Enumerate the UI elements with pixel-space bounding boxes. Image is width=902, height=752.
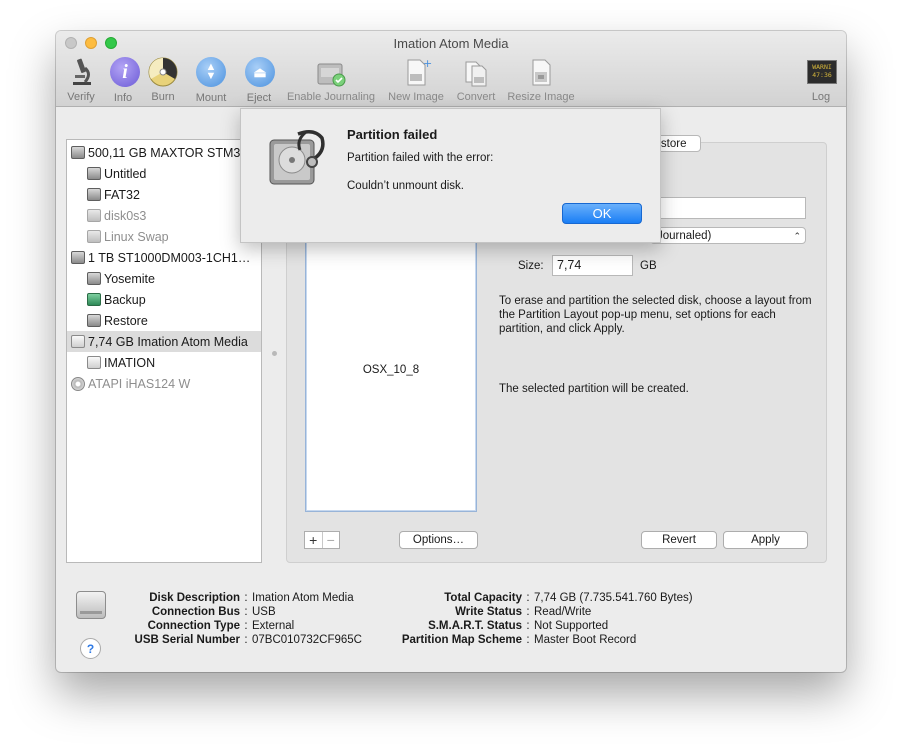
log-icon: WARNI 47:36 xyxy=(805,56,837,88)
hard-disk-icon xyxy=(87,230,101,243)
hard-disk-icon xyxy=(87,314,101,327)
eject-icon: ⏏ xyxy=(244,57,276,89)
alert-title: Partition failed xyxy=(347,127,438,142)
hard-disk-icon xyxy=(71,251,85,264)
info-button[interactable]: i Info xyxy=(109,56,140,104)
split-view-handle[interactable] xyxy=(272,351,277,356)
resize-image-button[interactable]: Resize Image xyxy=(504,56,578,104)
sidebar-item-yosemite[interactable]: Yosemite xyxy=(67,268,261,289)
partition-name-label: OSX_10_8 xyxy=(362,364,420,376)
time-machine-disk-icon xyxy=(87,293,101,306)
disk-list-sidebar[interactable]: 500,11 GB MAXTOR STM3 Untitled FAT32 dis… xyxy=(66,139,262,563)
options-button[interactable]: Options… xyxy=(399,531,478,549)
sidebar-item-disk-st1000[interactable]: 1 TB ST1000DM003-1CH1… xyxy=(67,247,261,268)
mount-button[interactable]: ▲ ▼ Mount xyxy=(193,56,229,104)
new-image-button[interactable]: + New Image xyxy=(385,56,447,104)
remove-partition-button[interactable]: − xyxy=(321,532,340,548)
sidebar-item-disk-maxtor[interactable]: 500,11 GB MAXTOR STM3 xyxy=(67,142,261,163)
partition-instructions: To erase and partition the selected disk… xyxy=(499,295,812,335)
hard-disk-icon xyxy=(71,146,85,159)
mount-icon: ▲ ▼ xyxy=(195,57,227,89)
verify-button[interactable]: Verify xyxy=(64,56,98,104)
disk-utility-window: Imation Atom Media Verify i Info Burn ▲ … xyxy=(56,31,846,672)
sidebar-item-optical-drive[interactable]: ATAPI iHAS124 W xyxy=(67,373,261,394)
optical-drive-icon xyxy=(71,376,85,391)
add-remove-partition-control: + − xyxy=(304,531,340,549)
revert-button[interactable]: Revert xyxy=(641,531,717,549)
size-label: Size: xyxy=(518,260,544,272)
sidebar-item-imation-volume[interactable]: IMATION xyxy=(67,352,261,373)
add-partition-button[interactable]: + xyxy=(305,532,322,548)
burn-icon xyxy=(147,56,179,88)
sidebar-item-linux-swap[interactable]: Linux Swap xyxy=(67,226,261,247)
partition-layout-view[interactable]: OSX_10_8 xyxy=(305,223,477,512)
burn-button[interactable]: Burn xyxy=(147,56,179,104)
hard-disk-icon xyxy=(87,272,101,285)
external-disk-icon xyxy=(71,335,85,348)
new-image-icon: + xyxy=(400,56,432,88)
convert-button[interactable]: Convert xyxy=(453,56,499,104)
partition-name-field[interactable] xyxy=(650,197,806,219)
partition-failed-alert: Partition failed Partition failed with t… xyxy=(240,108,661,243)
sidebar-item-backup[interactable]: Backup xyxy=(67,289,261,310)
disk-info-left: Disk Description: Imation Atom Media Conn… xyxy=(134,592,362,646)
alert-detail: Couldn’t unmount disk. xyxy=(347,180,464,192)
svg-text:+: + xyxy=(423,57,432,70)
microscope-icon xyxy=(65,56,97,88)
hard-disk-icon xyxy=(87,188,101,201)
log-button[interactable]: WARNI 47:36 Log xyxy=(804,56,838,104)
sidebar-item-restore[interactable]: Restore xyxy=(67,310,261,331)
size-field[interactable]: 7,74 xyxy=(552,255,633,276)
alert-message: Partition failed with the error: xyxy=(347,152,494,164)
hard-disk-icon xyxy=(87,167,101,180)
window-title: Imation Atom Media xyxy=(393,36,509,51)
resize-image-icon xyxy=(525,56,557,88)
external-disk-icon xyxy=(87,356,101,369)
help-button[interactable]: ? xyxy=(80,638,101,659)
sidebar-item-disk-imation[interactable]: 7,74 GB Imation Atom Media xyxy=(67,331,261,352)
disk-info-right: Total Capacity:7,74 GB (7.735.541.760 By… xyxy=(401,592,693,646)
convert-icon xyxy=(460,56,492,88)
sidebar-item-disk0s3[interactable]: disk0s3 xyxy=(67,205,261,226)
sidebar-item-fat32[interactable]: FAT32 xyxy=(67,184,261,205)
eject-button[interactable]: ⏏ Eject xyxy=(244,56,276,104)
titlebar: Imation Atom Media Verify i Info Burn ▲ … xyxy=(56,31,846,107)
external-disk-icon xyxy=(76,591,106,619)
disk-utility-icon xyxy=(266,126,330,190)
journal-disk-icon xyxy=(315,56,347,88)
ok-button[interactable]: OK xyxy=(562,203,642,224)
apply-button[interactable]: Apply xyxy=(723,531,808,549)
format-popup[interactable]: Journaled) ⌃ xyxy=(650,227,806,244)
size-unit: GB xyxy=(640,260,657,272)
sidebar-item-untitled[interactable]: Untitled xyxy=(67,163,261,184)
info-icon: i xyxy=(109,57,141,89)
hard-disk-icon xyxy=(87,209,101,222)
log-badge: WARNI 47:36 xyxy=(807,60,837,84)
partition-status-text: The selected partition will be created. xyxy=(499,383,689,395)
popup-chevron-icon: ⌃ xyxy=(793,231,801,241)
enable-journaling-button[interactable]: Enable Journaling xyxy=(283,56,379,104)
